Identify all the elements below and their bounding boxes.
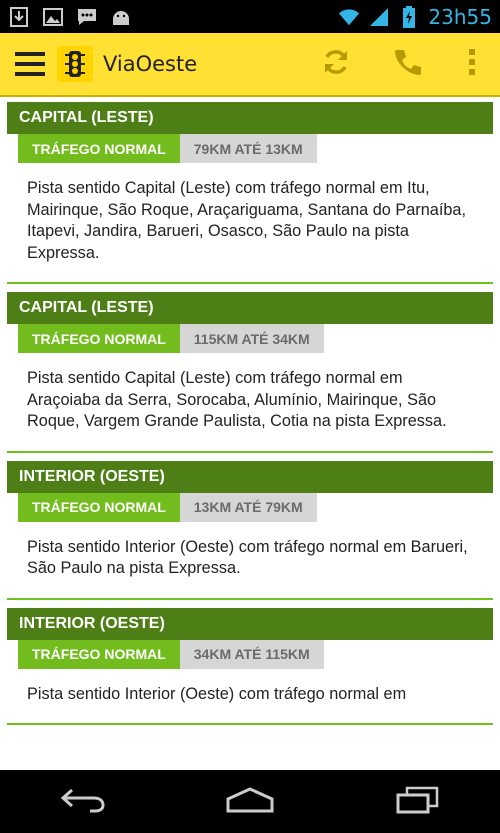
navigation-bar xyxy=(0,770,500,833)
home-icon xyxy=(225,786,275,817)
direction-title: CAPITAL (LESTE) xyxy=(7,102,493,134)
direction-title: INTERIOR (OESTE) xyxy=(7,607,493,640)
status-badge: TRÁFEGO NORMAL xyxy=(18,492,180,522)
traffic-card[interactable]: CAPITAL (LESTE) TRÁFEGO NORMAL 115KM ATÉ… xyxy=(7,292,493,453)
overflow-icon xyxy=(468,48,476,80)
traffic-card[interactable]: INTERIOR (OESTE) TRÁFEGO NORMAL 34KM ATÉ… xyxy=(7,607,493,725)
refresh-button[interactable] xyxy=(300,32,372,96)
recent-apps-icon xyxy=(395,786,439,818)
phone-icon xyxy=(393,47,423,81)
traffic-card[interactable]: CAPITAL (LESTE) TRÁFEGO NORMAL 79KM ATÉ … xyxy=(7,102,493,284)
overflow-menu-button[interactable] xyxy=(444,32,500,96)
status-badge: TRÁFEGO NORMAL xyxy=(18,324,180,353)
recent-apps-button[interactable] xyxy=(377,777,457,827)
home-button[interactable] xyxy=(210,777,290,827)
wifi-icon xyxy=(338,6,360,28)
download-icon xyxy=(8,6,30,28)
traffic-description: Pista sentido Capital (Leste) com tráfeg… xyxy=(27,179,466,262)
back-button[interactable] xyxy=(43,777,123,827)
image-icon xyxy=(42,6,64,28)
traffic-description: Pista sentido Interior (Oeste) com tráfe… xyxy=(27,684,407,703)
range-badge: 115KM ATÉ 34KM xyxy=(179,324,324,353)
action-bar: ViaOeste xyxy=(0,33,500,97)
range-badge: 34KM ATÉ 115KM xyxy=(179,639,324,669)
traffic-light-icon[interactable] xyxy=(57,46,93,82)
menu-icon[interactable] xyxy=(15,52,45,76)
traffic-list[interactable]: CAPITAL (LESTE) TRÁFEGO NORMAL 79KM ATÉ … xyxy=(0,97,500,770)
android-icon xyxy=(110,6,132,28)
direction-title: INTERIOR (OESTE) xyxy=(7,460,493,493)
range-badge: 13KM ATÉ 79KM xyxy=(179,492,317,522)
status-badge: TRÁFEGO NORMAL xyxy=(18,134,180,163)
range-badge: 79KM ATÉ 13KM xyxy=(179,134,317,163)
status-badge: TRÁFEGO NORMAL xyxy=(18,639,180,669)
refresh-icon xyxy=(321,47,351,81)
signal-icon xyxy=(368,6,390,28)
battery-icon xyxy=(398,5,420,28)
status-time: 23h55 xyxy=(428,4,492,29)
traffic-description: Pista sentido Interior (Oeste) com tráfe… xyxy=(27,537,468,578)
traffic-card[interactable]: INTERIOR (OESTE) TRÁFEGO NORMAL 13KM ATÉ… xyxy=(7,460,493,600)
status-bar: 23h55 xyxy=(0,0,500,33)
chat-icon xyxy=(76,6,98,28)
phone-button[interactable] xyxy=(372,32,444,96)
back-icon xyxy=(60,787,106,817)
traffic-description: Pista sentido Capital (Leste) com tráfeg… xyxy=(27,369,447,430)
direction-title: CAPITAL (LESTE) xyxy=(7,292,493,324)
app-title: ViaOeste xyxy=(103,52,198,76)
